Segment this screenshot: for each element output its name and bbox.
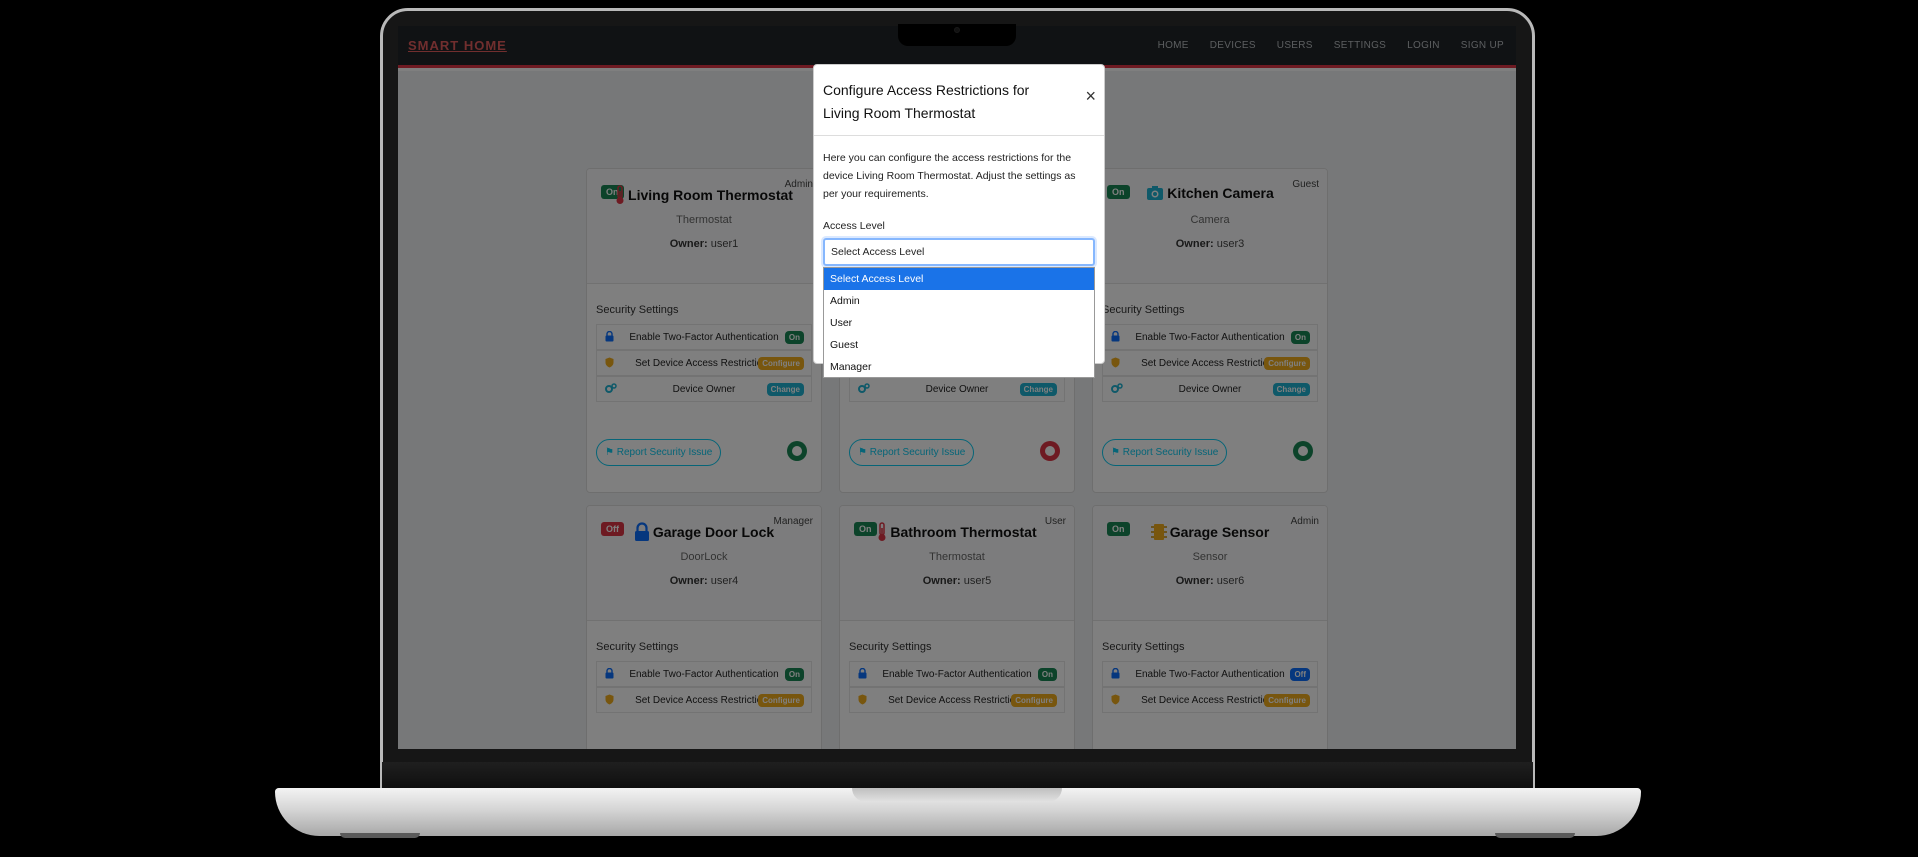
access-level-dropdown: Select Access Level Admin User Guest Man… <box>823 267 1095 378</box>
access-level-select[interactable]: Select Access Level <box>823 238 1095 266</box>
option-select-access-level[interactable]: Select Access Level <box>824 268 1094 290</box>
access-restrictions-modal: Configure Access Restrictions for Living… <box>813 64 1105 378</box>
screen: SMART HOME HOME DEVICES USERS SETTINGS L… <box>398 26 1516 749</box>
access-level-label: Access Level <box>823 220 885 232</box>
option-user[interactable]: User <box>824 312 1094 334</box>
laptop-foot <box>1495 833 1575 838</box>
close-icon[interactable]: × <box>1085 87 1096 105</box>
modal-description: Here you can configure the access restri… <box>823 152 1076 200</box>
laptop-foot <box>340 833 420 838</box>
laptop-opening-groove <box>852 788 1062 802</box>
option-admin[interactable]: Admin <box>824 290 1094 312</box>
option-guest[interactable]: Guest <box>824 334 1094 356</box>
laptop-chin <box>382 762 1533 790</box>
modal-title: Configure Access Restrictions for Living… <box>823 82 1030 121</box>
modal-divider <box>814 135 1104 136</box>
option-manager[interactable]: Manager <box>824 356 1094 378</box>
